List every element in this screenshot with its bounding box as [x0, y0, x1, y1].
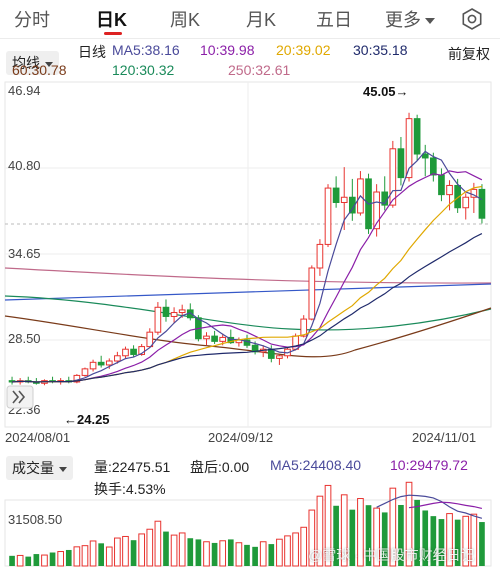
volume-bar [163, 531, 169, 566]
candle-body [324, 187, 332, 245]
volume-bar [479, 522, 485, 566]
turnover-rate: 换手:4.53% [94, 481, 166, 497]
candle-body [211, 335, 218, 342]
candle-body [170, 312, 178, 317]
volume-bar [211, 542, 218, 566]
candle-body [267, 348, 275, 359]
watermark-text: @雪球 · 中国股市财经日记 [308, 547, 475, 563]
candle-body [114, 355, 121, 362]
volume-bar [170, 534, 178, 567]
candle-body [397, 148, 405, 179]
volume-bar [130, 540, 137, 566]
candle-body [219, 336, 227, 342]
volume-indicator-label: 成交量 [12, 460, 54, 476]
candle-body [178, 309, 186, 314]
candle-body [154, 306, 162, 333]
candle-body [97, 361, 105, 366]
candle-body [122, 348, 129, 357]
volume-bar [65, 549, 72, 566]
volume-tick-label: 31508.50 [8, 512, 62, 527]
volume-ma10-value: 10:29479.72 [390, 457, 468, 473]
candle-body [130, 348, 137, 355]
volume-bar [259, 541, 267, 567]
price-tick-label: 46.94 [8, 83, 41, 98]
candle-body [438, 174, 445, 196]
volume-value: 量:22475.51 [94, 459, 171, 475]
volume-bar [300, 526, 308, 567]
candle-body [316, 243, 324, 269]
candle-body [162, 306, 170, 317]
candle-body [478, 188, 486, 219]
price-tick-label: 34.65 [8, 246, 41, 261]
candle-body [421, 153, 429, 159]
date-tick-label: 2024/09/12 [208, 430, 273, 445]
volume-bar [154, 520, 162, 567]
candle-body [446, 184, 453, 196]
candle-body [276, 355, 283, 359]
volume-bar [16, 554, 24, 567]
volume-bar [284, 535, 291, 567]
volume-bar [276, 538, 283, 567]
volume-bar [49, 552, 56, 566]
candlestick-series [8, 112, 486, 386]
volume-bar [203, 541, 210, 567]
price-tick-label: 28.50 [8, 331, 41, 346]
candle-body [430, 157, 437, 176]
date-tick-label: 2024/11/01 [412, 430, 476, 445]
candle-body [105, 360, 113, 366]
volume-bar [73, 546, 81, 567]
after-hours-volume: 盘后:0.00 [190, 459, 250, 475]
candle-body [462, 196, 470, 209]
volume-indicator-select[interactable]: 成交量 [6, 456, 73, 480]
volume-bar [41, 554, 48, 567]
volume-bar [114, 537, 121, 567]
candle-body [340, 196, 348, 203]
candle-body [389, 148, 397, 206]
volume-bar [292, 532, 299, 567]
volume-bar [252, 546, 258, 566]
volume-bar [227, 539, 234, 566]
volume-legend: 成交量 量:22475.51 盘后:0.00 MA5:24408.40 10:2… [0, 453, 500, 501]
candle-body [89, 361, 97, 370]
volume-bar [268, 544, 275, 566]
volume-bar [105, 546, 113, 567]
candle-body [203, 335, 210, 340]
volume-bar [138, 533, 146, 567]
volume-bar [219, 540, 227, 567]
volume-bar [9, 555, 15, 566]
candle-body [81, 368, 89, 376]
volume-bar [25, 556, 32, 566]
candle-body [413, 118, 421, 155]
volume-bar [195, 539, 202, 566]
volume-bar [244, 544, 250, 566]
volume-bar [98, 543, 105, 566]
ma30-line [12, 233, 483, 383]
candle-body [332, 187, 340, 203]
candle-body [308, 267, 316, 320]
date-tick-label: 2024/08/01 [5, 430, 70, 445]
volume-bar [33, 554, 40, 566]
price-tick-label: 40.80 [8, 158, 41, 173]
volume-bar [178, 532, 186, 567]
volume-bar [146, 528, 154, 567]
volume-bar [81, 545, 89, 567]
volume-bar [89, 540, 97, 567]
volume-ma5-value: MA5:24408.40 [270, 457, 362, 473]
volume-bar [122, 535, 129, 567]
volume-bar [187, 538, 194, 566]
caret-down-icon [59, 466, 67, 472]
high-price-marker: 45.05→ [363, 84, 409, 99]
volume-bar [57, 551, 64, 567]
expand-chart-button[interactable] [6, 385, 34, 409]
low-price-marker: ←24.25 [64, 412, 110, 427]
volume-bar [235, 542, 243, 567]
